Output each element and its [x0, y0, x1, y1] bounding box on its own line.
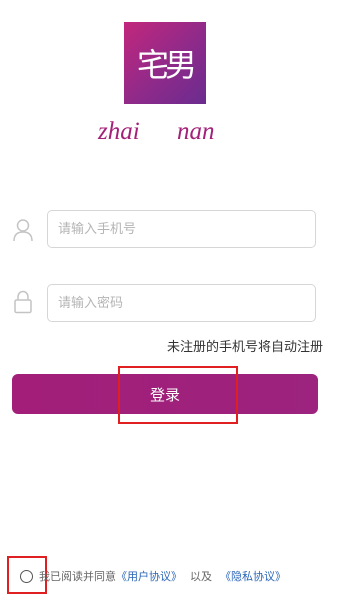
agreement-prefix: 我已阅读并同意 — [39, 570, 116, 583]
lock-icon — [12, 290, 34, 314]
app-logo: 宅男 — [124, 22, 206, 104]
login-highlight-box — [118, 366, 238, 424]
agreement-checkbox[interactable] — [20, 569, 33, 583]
auto-register-hint: 未注册的手机号将自动注册 — [166, 340, 323, 355]
wordmark-part-1: zhai — [98, 118, 140, 145]
agreement-row: 我已阅读并同意 《用户协议》 以及 《隐私协议》 — [20, 566, 286, 586]
phone-input[interactable] — [47, 210, 316, 248]
wordmark-part-2: nan — [177, 118, 215, 145]
app-wordmark: zhai nan — [98, 118, 238, 150]
user-icon — [12, 218, 34, 242]
privacy-policy-link[interactable]: 《隐私协议》 — [220, 568, 286, 584]
password-input[interactable] — [47, 284, 316, 322]
logo-text: 宅男 — [136, 46, 197, 84]
agreement-joiner: 以及 — [190, 570, 212, 583]
user-agreement-link[interactable]: 《用户协议》 — [116, 568, 182, 584]
